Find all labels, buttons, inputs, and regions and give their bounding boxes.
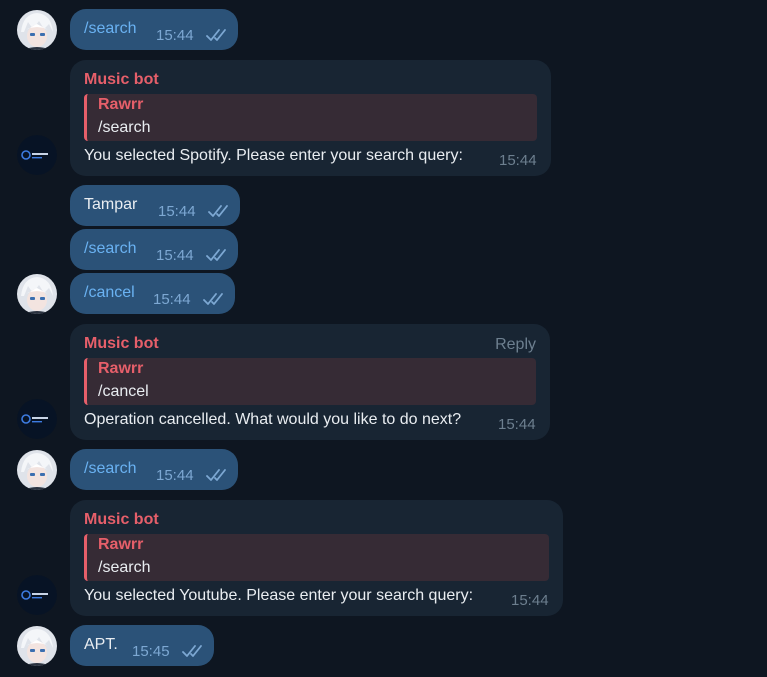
sender-name[interactable]: Music bot: [84, 71, 159, 89]
double-check-icon: [206, 249, 226, 261]
message-time: 15:44: [158, 203, 196, 220]
message-time: 15:45: [132, 643, 170, 660]
outgoing-message[interactable]: Tampar 15:44: [70, 185, 240, 226]
double-check-icon: [203, 293, 223, 305]
double-check-icon: [182, 645, 202, 657]
quoted-sender: Rawrr: [98, 360, 144, 377]
outgoing-message[interactable]: /cancel 15:44: [70, 273, 235, 314]
quoted-text: /cancel: [98, 383, 149, 400]
message-time: 15:44: [499, 152, 537, 169]
reply-quote[interactable]: Rawrr /cancel: [84, 358, 536, 405]
sender-name[interactable]: Music bot: [84, 335, 159, 353]
quoted-text: /search: [98, 119, 151, 136]
bot-avatar[interactable]: [17, 399, 57, 439]
double-check-icon: [206, 469, 226, 481]
double-check-icon: [208, 205, 228, 217]
bot-command-link[interactable]: /search: [84, 20, 136, 38]
incoming-message[interactable]: Music bot Rawrr /search You selected You…: [70, 500, 563, 616]
message-time: 15:44: [156, 467, 194, 484]
reply-quote[interactable]: Rawrr /search: [84, 534, 549, 581]
outgoing-message[interactable]: /search 15:44: [70, 229, 238, 270]
bot-avatar[interactable]: [17, 575, 57, 615]
message-text: APT.: [84, 636, 118, 653]
incoming-message[interactable]: Music bot Reply Rawrr /cancel Operation …: [70, 324, 550, 440]
outgoing-message[interactable]: APT. 15:45: [70, 625, 214, 666]
quoted-sender: Rawrr: [98, 96, 144, 113]
user-avatar[interactable]: [17, 10, 57, 50]
message-time: 15:44: [498, 416, 536, 433]
bot-command-link[interactable]: /search: [84, 240, 136, 258]
message-text: Tampar: [84, 196, 138, 213]
message-time: 15:44: [153, 291, 191, 308]
reply-button[interactable]: Reply: [495, 336, 536, 354]
quoted-sender: Rawrr: [98, 536, 144, 553]
message-time: 15:44: [511, 592, 549, 609]
bot-command-link[interactable]: /cancel: [84, 284, 135, 302]
message-time: 15:44: [156, 27, 194, 44]
user-avatar[interactable]: [17, 450, 57, 490]
reply-quote[interactable]: Rawrr /search: [84, 94, 537, 141]
bot-avatar[interactable]: [17, 135, 57, 175]
outgoing-message[interactable]: /search 15:44: [70, 9, 238, 50]
user-avatar[interactable]: [17, 274, 57, 314]
message-time: 15:44: [156, 247, 194, 264]
sender-name[interactable]: Music bot: [84, 511, 159, 529]
bot-command-link[interactable]: /search: [84, 460, 136, 478]
chat-history: /search 15:44 Music bot Rawrr /search Yo…: [0, 0, 767, 677]
message-text: You selected Spotify. Please enter your …: [84, 147, 463, 164]
message-text: You selected Youtube. Please enter your …: [84, 587, 474, 604]
user-avatar[interactable]: [17, 626, 57, 666]
quoted-text: /search: [98, 559, 151, 576]
incoming-message[interactable]: Music bot Rawrr /search You selected Spo…: [70, 60, 551, 176]
outgoing-message[interactable]: /search 15:44: [70, 449, 238, 490]
double-check-icon: [206, 29, 226, 41]
message-text: Operation cancelled. What would you like…: [84, 411, 462, 428]
